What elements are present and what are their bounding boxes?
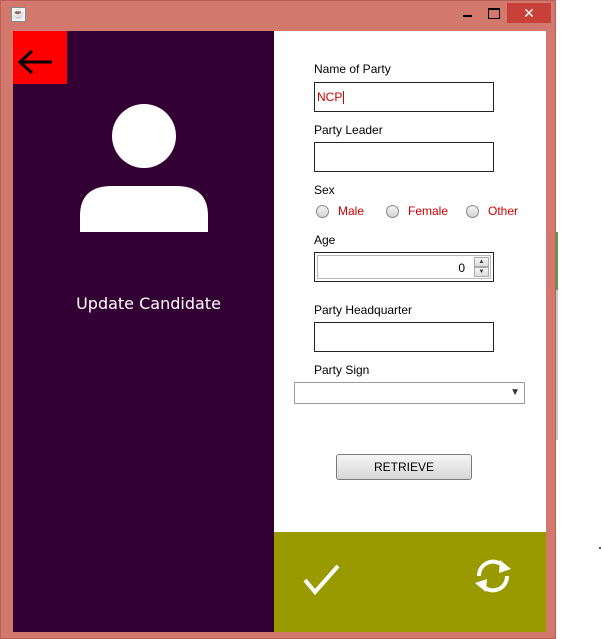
minimize-button[interactable]	[455, 3, 479, 23]
background-window-edge	[556, 232, 558, 290]
party-leader-label: Party Leader	[314, 123, 383, 137]
name-of-party-field[interactable]: NCP	[314, 82, 494, 112]
window-content: Update Candidate Name of Party NCP Party…	[13, 31, 546, 632]
spinner-down-arrow-icon[interactable]: ▼	[474, 267, 489, 277]
party-sign-label: Party Sign	[314, 363, 370, 377]
close-button[interactable]: ✕	[507, 3, 551, 23]
radio-label-female: Female	[408, 204, 449, 218]
background-desktop	[556, 0, 602, 639]
sex-label: Sex	[314, 183, 335, 197]
chevron-down-icon: ▼	[510, 387, 520, 398]
text-caret	[343, 91, 345, 105]
page-title: Update Candidate	[76, 294, 221, 313]
action-bar	[274, 532, 546, 632]
party-headquarter-field[interactable]	[314, 322, 494, 352]
background-window-edge	[556, 290, 558, 440]
left-panel: Update Candidate	[13, 31, 274, 632]
sex-radio-group: Male Female Other	[314, 204, 544, 224]
age-value: 0	[458, 261, 465, 275]
left-arrow-icon	[17, 49, 52, 75]
radio-label-other: Other	[488, 204, 519, 218]
check-icon[interactable]	[302, 562, 342, 598]
minimize-icon	[463, 15, 472, 17]
title-bar[interactable]: ☕ ✕	[1, 1, 557, 31]
party-headquarter-label: Party Headquarter	[314, 303, 413, 317]
party-leader-field[interactable]	[314, 142, 494, 172]
refresh-icon[interactable]	[470, 556, 516, 596]
candidate-form: Name of Party NCP Party Leader Sex Male …	[274, 31, 546, 532]
java-app-icon: ☕	[11, 7, 26, 22]
spinner-up-arrow-icon[interactable]: ▲	[474, 257, 489, 267]
name-of-party-label: Name of Party	[314, 62, 391, 76]
background-mark	[599, 547, 601, 549]
radio-circle	[386, 205, 399, 218]
maximize-icon	[488, 8, 500, 19]
retrieve-button[interactable]: RETRIEVE	[336, 454, 472, 480]
age-spinner-field[interactable]: 0 ▲ ▼	[317, 255, 491, 279]
close-icon: ✕	[523, 5, 535, 21]
party-sign-select[interactable]: ▼	[294, 382, 525, 404]
radio-label-male: Male	[338, 204, 365, 218]
radio-circle	[466, 205, 479, 218]
age-label: Age	[314, 233, 336, 247]
back-button[interactable]	[13, 31, 67, 84]
radio-circle	[316, 205, 329, 218]
app-window: ☕ ✕ Update Candidate Name of Party NCP P…	[0, 0, 556, 639]
age-spinner[interactable]: 0 ▲ ▼	[314, 252, 494, 282]
user-avatar-icon	[80, 104, 208, 232]
name-of-party-value: NCP	[317, 90, 343, 104]
maximize-button[interactable]	[481, 3, 505, 23]
